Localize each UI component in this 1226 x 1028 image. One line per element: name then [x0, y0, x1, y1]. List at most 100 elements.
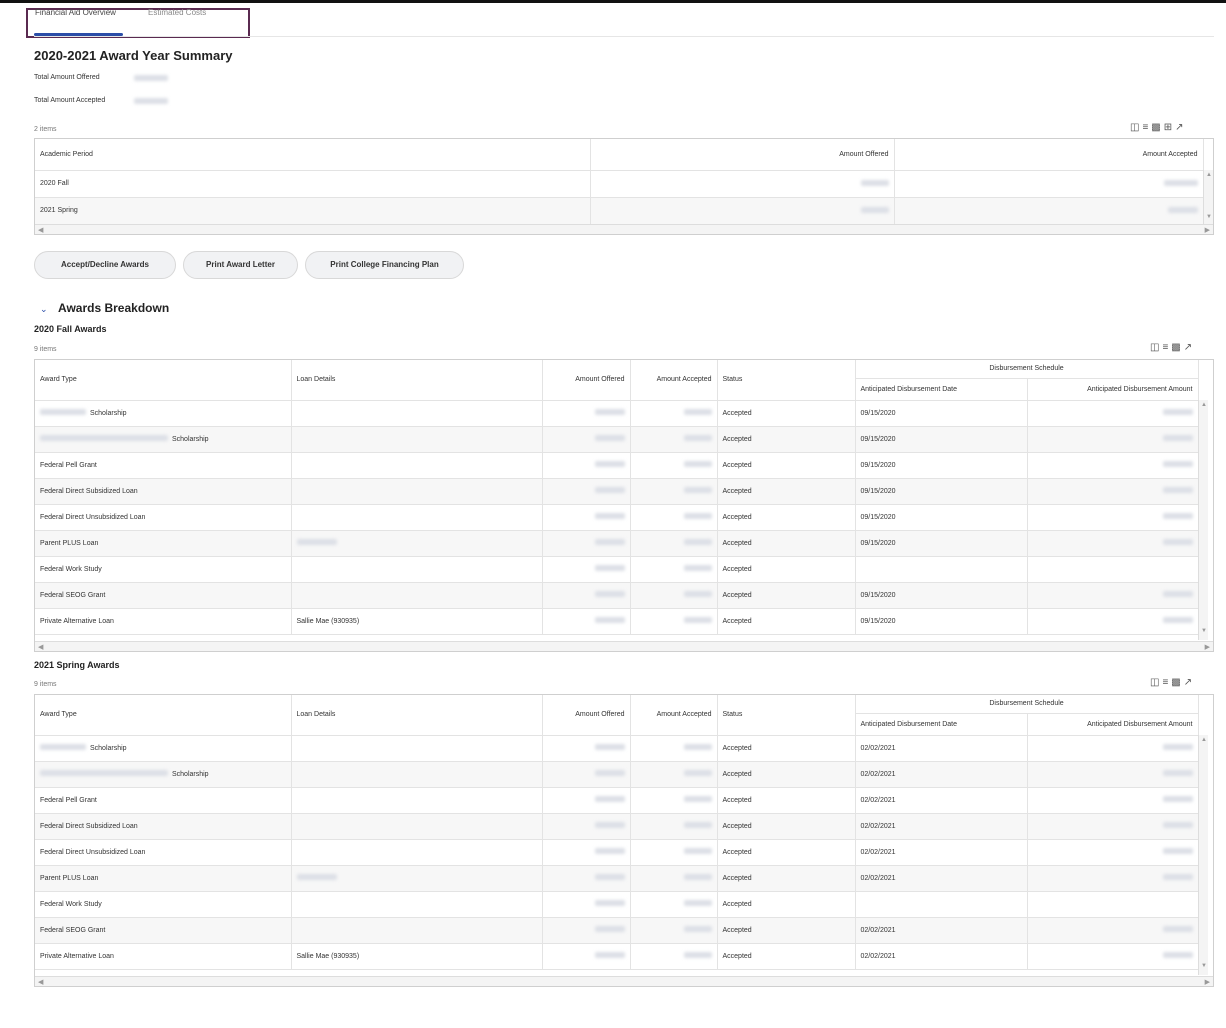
disbursement-amount-cell	[1027, 582, 1199, 609]
disbursement-date-cell: 09/15/2020	[855, 608, 1028, 635]
columns-icon[interactable]: ◫	[1130, 122, 1142, 133]
horizontal-scrollbar[interactable]: ◀ ▶	[35, 976, 1213, 986]
amount-offered-cell	[542, 426, 631, 453]
scroll-right-icon[interactable]: ▶	[1205, 978, 1210, 986]
col-award-type[interactable]: Award Type	[35, 695, 292, 736]
scroll-down-icon[interactable]: ▼	[1206, 214, 1212, 220]
print-college-financing-plan-button[interactable]: Print College Financing Plan	[305, 251, 464, 279]
disbursement-amount-cell	[1027, 400, 1199, 427]
col-amount-offered[interactable]: Amount Offered	[590, 139, 895, 171]
table-row: Federal Direct Unsubsidized Loan Accepted…	[35, 839, 1199, 866]
loan-details-cell	[291, 865, 543, 892]
table-row: Parent PLUS Loan Accepted 02/02/2021	[35, 865, 1199, 892]
disbursement-date-cell: 09/15/2020	[855, 400, 1028, 427]
filter-icon[interactable]: ≡	[1162, 342, 1171, 353]
filter-icon[interactable]: ≡	[1162, 677, 1171, 688]
period-cell: 2021 Spring	[35, 197, 591, 225]
col-disbursement-date[interactable]: Anticipated Disbursement Date	[855, 713, 1028, 736]
col-status[interactable]: Status	[717, 360, 856, 401]
columns-icon[interactable]: ◫	[1150, 342, 1162, 353]
table-row: Federal Work Study Accepted	[35, 556, 1199, 583]
status-cell: Accepted	[717, 839, 856, 866]
disbursement-date-cell: 02/02/2021	[855, 761, 1028, 788]
scroll-right-icon[interactable]: ▶	[1205, 226, 1210, 234]
scroll-left-icon[interactable]: ◀	[38, 978, 43, 986]
status-cell: Accepted	[717, 478, 856, 505]
table-row: Federal Direct Unsubsidized Loan Accepted…	[35, 504, 1199, 531]
fullscreen-icon[interactable]: ↗	[1184, 342, 1195, 353]
col-amount-accepted[interactable]: Amount Accepted	[630, 360, 718, 401]
name-redacted	[40, 409, 86, 415]
col-amount-accepted[interactable]: Amount Accepted	[630, 695, 718, 736]
tab-estimated-costs[interactable]: Estimated Costs	[148, 8, 206, 17]
col-loan-details[interactable]: Loan Details	[291, 360, 543, 401]
col-disbursement-schedule: Disbursement Schedule	[855, 360, 1199, 379]
tab-financial-aid-overview[interactable]: Financial Aid Overview	[35, 8, 116, 17]
accept-decline-awards-button[interactable]: Accept/Decline Awards	[34, 251, 176, 279]
scroll-right-icon[interactable]: ▶	[1205, 643, 1210, 651]
col-disbursement-amount[interactable]: Anticipated Disbursement Amount	[1027, 378, 1199, 401]
chart-icon[interactable]: ▩	[1171, 677, 1183, 688]
col-disbursement-date[interactable]: Anticipated Disbursement Date	[855, 378, 1028, 401]
table-row: 2020 Fall	[35, 170, 1204, 198]
spring-awards-title: 2021 Spring Awards	[34, 660, 120, 670]
scroll-up-icon[interactable]: ▲	[1201, 737, 1207, 743]
amount-offered-cell	[542, 452, 631, 479]
disbursement-date-cell: 02/02/2021	[855, 787, 1028, 814]
scroll-down-icon[interactable]: ▼	[1201, 963, 1207, 969]
scroll-up-icon[interactable]: ▲	[1201, 402, 1207, 408]
disbursement-amount-cell	[1027, 891, 1199, 918]
loan-details-cell: Sallie Mae (930935)	[291, 608, 543, 635]
fullscreen-icon[interactable]: ↗	[1175, 122, 1186, 133]
fullscreen-icon[interactable]: ↗	[1184, 677, 1195, 688]
period-cell: 2020 Fall	[35, 170, 591, 198]
vertical-scrollbar[interactable]: ▲ ▼	[1198, 400, 1208, 640]
filter-icon[interactable]: ≡	[1142, 122, 1151, 133]
scroll-down-icon[interactable]: ▼	[1201, 628, 1207, 634]
col-amount-offered[interactable]: Amount Offered	[542, 695, 631, 736]
fall-awards-table: Award Type Loan Details Amount Offered A…	[35, 360, 1199, 635]
fall-awards-title: 2020 Fall Awards	[34, 324, 107, 334]
col-amount-accepted[interactable]: Amount Accepted	[894, 139, 1204, 171]
amount-accepted-cell	[630, 891, 718, 918]
status-cell: Accepted	[717, 608, 856, 635]
amount-offered-cell	[542, 400, 631, 427]
chevron-down-icon[interactable]: ⌄	[40, 304, 48, 315]
amount-accepted-cell	[630, 582, 718, 609]
scroll-left-icon[interactable]: ◀	[38, 226, 43, 234]
col-academic-period[interactable]: Academic Period	[35, 139, 591, 171]
award-type-cell: Scholarship	[35, 400, 292, 427]
award-type-cell: Private Alternative Loan	[35, 608, 292, 635]
col-status[interactable]: Status	[717, 695, 856, 736]
horizontal-scrollbar[interactable]: ◀ ▶	[35, 224, 1213, 234]
scroll-up-icon[interactable]: ▲	[1206, 172, 1212, 178]
chart-icon[interactable]: ▩	[1171, 342, 1183, 353]
horizontal-scrollbar[interactable]: ◀ ▶	[35, 641, 1213, 651]
col-loan-details[interactable]: Loan Details	[291, 695, 543, 736]
table-row: Federal Work Study Accepted	[35, 891, 1199, 918]
table-row: Scholarship Accepted 02/02/2021	[35, 735, 1199, 762]
col-disbursement-amount[interactable]: Anticipated Disbursement Amount	[1027, 713, 1199, 736]
total-accepted-label: Total Amount Accepted	[34, 97, 106, 104]
columns-icon[interactable]: ◫	[1150, 677, 1162, 688]
scroll-left-icon[interactable]: ◀	[38, 643, 43, 651]
table-row: Federal Pell Grant Accepted 09/15/2020	[35, 452, 1199, 479]
loan-redacted	[296, 539, 337, 545]
grid-icon[interactable]: ⊞	[1164, 122, 1175, 133]
total-accepted-value	[134, 98, 168, 104]
disbursement-date-cell	[855, 891, 1028, 918]
amount-offered-cell	[542, 530, 631, 557]
vertical-scrollbar[interactable]: ▲ ▼	[1198, 735, 1208, 975]
amount-accepted-cell	[630, 787, 718, 814]
col-award-type[interactable]: Award Type	[35, 360, 292, 401]
print-award-letter-button[interactable]: Print Award Letter	[183, 251, 298, 279]
col-amount-offered[interactable]: Amount Offered	[542, 360, 631, 401]
vertical-scrollbar[interactable]: ▲ ▼	[1203, 170, 1213, 224]
amount-offered-cell	[542, 917, 631, 944]
amount-accepted-cell	[630, 917, 718, 944]
items-count: 2 items	[34, 126, 57, 133]
amount-accepted-cell	[630, 478, 718, 505]
chart-icon[interactable]: ▩	[1151, 122, 1163, 133]
award-type-cell: Scholarship	[35, 761, 292, 788]
table-row: Scholarship Accepted 02/02/2021	[35, 761, 1199, 788]
